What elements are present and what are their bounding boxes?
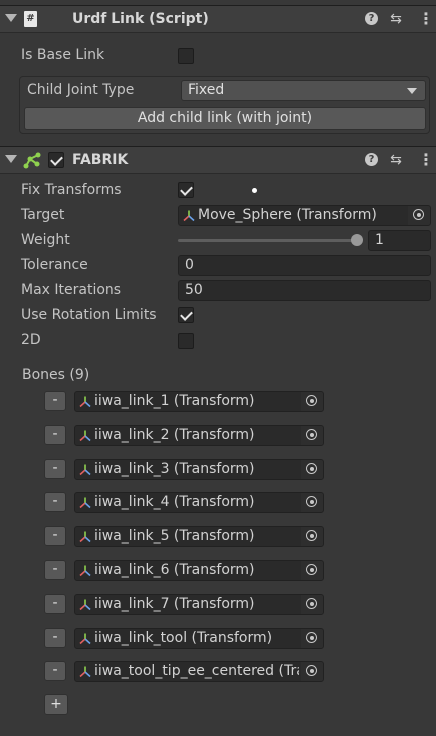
transform-icon bbox=[79, 396, 91, 408]
urdf-link-header[interactable]: # Urdf Link (Script) ? ⇆ ⋮ bbox=[0, 5, 436, 33]
bone-field[interactable]: iiwa_link_1 (Transform) bbox=[74, 391, 324, 412]
bone-value: iiwa_tool_tip_ee_centered (Transform) bbox=[94, 663, 299, 679]
bone-value: iiwa_link_6 (Transform) bbox=[94, 562, 255, 578]
fabrik-header[interactable]: FABRIK ? ⇆ ⋮ bbox=[0, 146, 436, 174]
weight-slider-thumb[interactable] bbox=[351, 234, 363, 246]
add-bone-button[interactable]: + bbox=[44, 694, 68, 715]
max-iterations-label: Max Iterations bbox=[21, 282, 122, 298]
preset-icon[interactable]: ⇆ bbox=[388, 152, 404, 168]
bone-field[interactable]: iiwa_link_5 (Transform) bbox=[74, 526, 324, 547]
transform-icon bbox=[79, 497, 91, 509]
object-picker-icon[interactable] bbox=[301, 392, 323, 411]
transform-icon bbox=[79, 531, 91, 543]
transform-icon bbox=[183, 210, 195, 222]
bone-field[interactable]: iiwa_link_7 (Transform) bbox=[74, 594, 324, 615]
cursor-dot bbox=[252, 188, 257, 193]
transform-icon bbox=[79, 565, 91, 577]
urdf-link-title: Urdf Link (Script) bbox=[72, 11, 209, 27]
two-d-label: 2D bbox=[21, 332, 41, 348]
object-picker-icon[interactable] bbox=[301, 460, 323, 479]
add-child-link-button[interactable]: Add child link (with joint) bbox=[24, 107, 426, 130]
bone-field[interactable]: iiwa_link_tool (Transform) bbox=[74, 628, 324, 649]
bone-value: iiwa_link_7 (Transform) bbox=[94, 596, 255, 612]
max-iterations-input[interactable]: 50 bbox=[178, 280, 431, 301]
object-picker-icon[interactable] bbox=[301, 629, 323, 648]
use-rotation-limits-checkbox[interactable] bbox=[178, 307, 194, 323]
foldout-arrow-icon[interactable] bbox=[5, 14, 17, 22]
bone-field[interactable]: iiwa_link_2 (Transform) bbox=[74, 425, 324, 446]
chevron-down-icon bbox=[407, 88, 417, 94]
bone-value: iiwa_link_3 (Transform) bbox=[94, 461, 255, 477]
transform-icon bbox=[79, 464, 91, 476]
object-picker-icon[interactable] bbox=[301, 595, 323, 614]
object-picker-icon[interactable] bbox=[301, 561, 323, 580]
fix-transforms-label: Fix Transforms bbox=[21, 182, 122, 198]
is-base-link-checkbox[interactable] bbox=[178, 48, 194, 64]
fabrik-enabled-checkbox[interactable] bbox=[48, 152, 64, 168]
script-icon: # bbox=[24, 11, 37, 27]
weight-label: Weight bbox=[21, 232, 70, 248]
object-picker-icon[interactable] bbox=[301, 527, 323, 546]
fix-transforms-checkbox[interactable] bbox=[178, 182, 194, 198]
remove-bone-button[interactable]: - bbox=[44, 628, 66, 648]
transform-icon bbox=[79, 430, 91, 442]
bone-value: iiwa_link_1 (Transform) bbox=[94, 393, 255, 409]
remove-bone-button[interactable]: - bbox=[44, 526, 66, 546]
target-value: Move_Sphere (Transform) bbox=[198, 207, 377, 223]
use-rotation-limits-label: Use Rotation Limits bbox=[21, 307, 157, 323]
transform-icon bbox=[79, 633, 91, 645]
child-joint-type-value: Fixed bbox=[188, 82, 225, 98]
fabrik-title: FABRIK bbox=[72, 152, 129, 168]
bone-field[interactable]: iiwa_link_3 (Transform) bbox=[74, 459, 324, 480]
bone-field[interactable]: iiwa_tool_tip_ee_centered (Transform) bbox=[74, 661, 324, 682]
remove-bone-button[interactable]: - bbox=[44, 492, 66, 512]
remove-bone-button[interactable]: - bbox=[44, 391, 66, 411]
remove-bone-button[interactable]: - bbox=[44, 594, 66, 614]
child-joint-type-dropdown[interactable]: Fixed bbox=[181, 80, 426, 101]
bone-value: iiwa_link_2 (Transform) bbox=[94, 427, 255, 443]
two-d-checkbox[interactable] bbox=[178, 333, 194, 349]
kebab-menu-icon[interactable]: ⋮ bbox=[418, 151, 434, 169]
bone-field[interactable]: iiwa_link_4 (Transform) bbox=[74, 492, 324, 513]
object-picker-icon[interactable] bbox=[301, 493, 323, 512]
bone-value: iiwa_link_tool (Transform) bbox=[94, 630, 273, 646]
help-icon[interactable]: ? bbox=[365, 153, 378, 166]
remove-bone-button[interactable]: - bbox=[44, 459, 66, 479]
is-base-link-label: Is Base Link bbox=[21, 47, 105, 63]
foldout-arrow-icon[interactable] bbox=[5, 155, 17, 163]
transform-icon bbox=[79, 666, 91, 678]
tolerance-input[interactable]: 0 bbox=[178, 255, 431, 276]
child-joint-type-label: Child Joint Type bbox=[27, 82, 135, 98]
object-picker-icon[interactable] bbox=[408, 206, 430, 225]
object-picker-icon[interactable] bbox=[301, 426, 323, 445]
bone-value: iiwa_link_5 (Transform) bbox=[94, 528, 255, 544]
bone-value: iiwa_link_4 (Transform) bbox=[94, 494, 255, 510]
bone-field[interactable]: iiwa_link_6 (Transform) bbox=[74, 560, 324, 581]
target-label: Target bbox=[21, 207, 65, 223]
tolerance-label: Tolerance bbox=[21, 257, 88, 273]
remove-bone-button[interactable]: - bbox=[44, 425, 66, 445]
fabrik-icon bbox=[23, 152, 41, 169]
remove-bone-button[interactable]: - bbox=[44, 560, 66, 580]
target-field[interactable]: Move_Sphere (Transform) bbox=[178, 205, 431, 226]
bones-label: Bones (9) bbox=[22, 367, 90, 383]
kebab-menu-icon[interactable]: ⋮ bbox=[418, 10, 434, 28]
help-icon[interactable]: ? bbox=[365, 12, 378, 25]
preset-icon[interactable]: ⇆ bbox=[388, 11, 404, 27]
transform-icon bbox=[79, 599, 91, 611]
object-picker-icon[interactable] bbox=[301, 662, 323, 681]
weight-slider-track[interactable] bbox=[178, 239, 358, 242]
weight-input[interactable]: 1 bbox=[368, 230, 431, 251]
remove-bone-button[interactable]: - bbox=[44, 661, 66, 681]
